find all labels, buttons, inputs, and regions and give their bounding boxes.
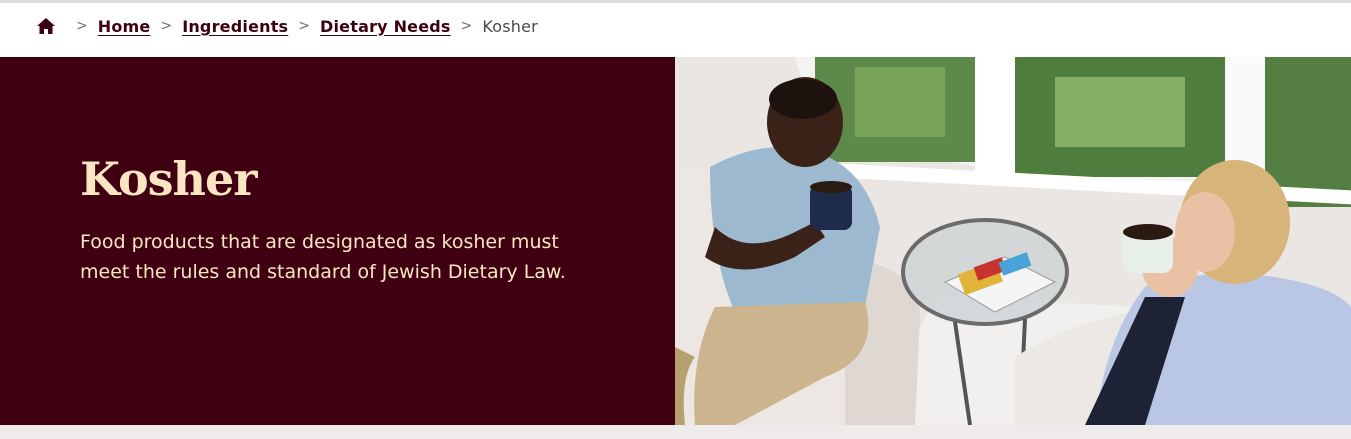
breadcrumb-current: Kosher — [482, 16, 538, 36]
breadcrumb-separator: > — [76, 18, 88, 34]
breadcrumb-separator: > — [160, 18, 173, 34]
top-divider — [0, 0, 1351, 3]
section-divider — [0, 425, 1351, 439]
home-icon[interactable] — [36, 16, 56, 36]
hero-text-panel: Kosher Food products that are designated… — [0, 57, 675, 425]
breadcrumb-separator: > — [298, 18, 311, 34]
breadcrumb-link-ingredients[interactable]: Ingredients — [182, 17, 288, 36]
breadcrumb-link-home[interactable]: Home — [98, 17, 151, 36]
breadcrumb-link-dietary-needs[interactable]: Dietary Needs — [320, 17, 451, 36]
breadcrumb-separator: > — [460, 18, 473, 34]
hero-banner: Kosher Food products that are designated… — [0, 57, 1351, 425]
hero-photo — [675, 57, 1351, 425]
hero-photo-illustration — [675, 57, 1351, 425]
breadcrumb: > Home > Ingredients > Dietary Needs > K… — [36, 14, 538, 38]
hero-description: Food products that are designated as kos… — [80, 231, 566, 283]
page-title: Kosher — [80, 152, 257, 206]
